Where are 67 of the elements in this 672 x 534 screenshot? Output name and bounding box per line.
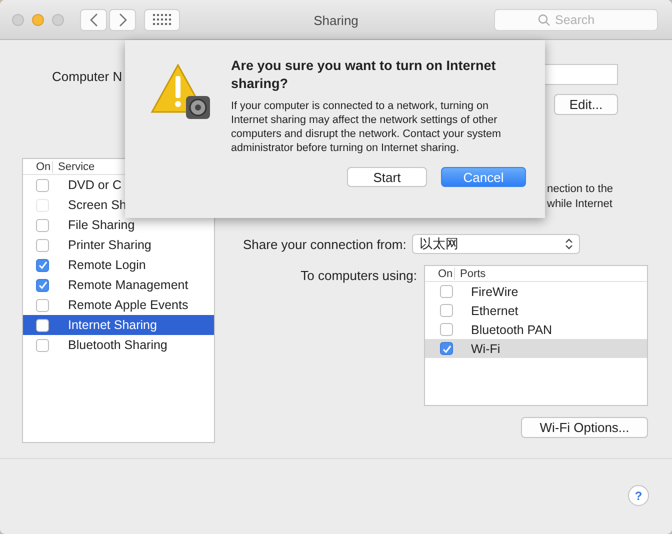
chevron-right-icon xyxy=(118,12,126,26)
port-row[interactable]: FireWire xyxy=(425,282,647,301)
checkbox[interactable] xyxy=(36,318,49,332)
port-row[interactable]: Ethernet xyxy=(425,301,647,320)
checkbox[interactable] xyxy=(440,285,453,298)
description-text: nection to the xyxy=(547,182,614,197)
checkbox[interactable] xyxy=(36,218,49,232)
updown-arrows-icon xyxy=(565,238,574,250)
service-row[interactable]: DVD or C xyxy=(23,175,214,195)
service-row[interactable]: Remote Management xyxy=(23,275,214,295)
checkbox[interactable] xyxy=(36,238,49,252)
service-name: File Sharing xyxy=(68,218,135,232)
chevron-left-icon xyxy=(90,12,98,26)
checkbox[interactable] xyxy=(440,323,453,336)
help-button[interactable]: ? xyxy=(628,485,649,506)
back-button[interactable] xyxy=(80,8,107,30)
show-all-button[interactable] xyxy=(144,8,180,30)
wifi-options-button[interactable]: Wi-Fi Options... xyxy=(521,417,648,438)
port-name: Ethernet xyxy=(471,304,518,318)
port-row[interactable]: Wi-Fi xyxy=(425,339,647,358)
port-name: Wi-Fi xyxy=(471,342,500,356)
port-name: FireWire xyxy=(471,284,518,298)
dialog-message: If your computer is connected to a network, turning on Internet sharing may affect the network settings of other computers and disrupt the network. Contact your system administrator before turning on Internet sharing. xyxy=(231,99,502,155)
service-row[interactable]: Remote Apple Events xyxy=(23,295,214,315)
close-button[interactable] xyxy=(12,14,24,26)
description-text: while Internet xyxy=(547,197,612,212)
service-name: DVD or C xyxy=(68,178,122,192)
column-header: Ports xyxy=(459,268,486,280)
column-header: Service xyxy=(57,160,95,172)
service-name: Remote Management xyxy=(68,278,188,292)
service-name: Remote Apple Events xyxy=(68,298,188,312)
service-row[interactable]: Internet Sharing xyxy=(23,315,214,335)
search-field[interactable]: Search xyxy=(494,8,658,30)
checkbox[interactable] xyxy=(36,278,49,292)
window-title: Sharing xyxy=(312,13,360,28)
column-header: On xyxy=(23,160,53,172)
computer-name-label: Computer N xyxy=(52,69,122,86)
dialog-button[interactable]: Start xyxy=(347,167,427,187)
minimize-button[interactable] xyxy=(32,14,44,26)
computer-name-field[interactable] xyxy=(544,64,618,85)
checkbox[interactable] xyxy=(36,258,49,272)
column-header: On xyxy=(425,268,455,280)
connection-dropdown[interactable]: 以太网 xyxy=(412,234,580,254)
service-row[interactable]: Remote Login xyxy=(23,255,214,275)
port-row[interactable]: Bluetooth PAN xyxy=(425,320,647,339)
share-from-label: Share your connection from: xyxy=(243,236,406,252)
edit-button[interactable]: Edit... xyxy=(554,94,618,115)
service-name: Bluetooth Sharing xyxy=(68,338,168,352)
checkbox[interactable] xyxy=(36,338,49,352)
dialog-title: Are you sure you want to turn on Internet sharing? xyxy=(231,57,497,93)
checkbox[interactable] xyxy=(440,342,453,355)
service-name: Remote Login xyxy=(68,258,146,272)
forward-button[interactable] xyxy=(109,8,136,30)
checkbox[interactable] xyxy=(36,298,49,312)
to-computers-label: To computers using: xyxy=(300,268,417,285)
service-row[interactable]: Bluetooth Sharing xyxy=(23,335,214,355)
service-row[interactable]: File Sharing xyxy=(23,215,214,235)
service-name: Printer Sharing xyxy=(68,238,152,252)
service-name: Internet Sharing xyxy=(68,318,157,332)
port-name: Bluetooth PAN xyxy=(471,322,552,336)
grid-icon xyxy=(153,14,171,26)
search-icon xyxy=(538,14,550,26)
zoom-button[interactable] xyxy=(52,14,64,26)
checkbox[interactable] xyxy=(440,304,453,317)
checkbox[interactable] xyxy=(36,178,49,192)
service-row[interactable]: Printer Sharing xyxy=(23,235,214,255)
warning-icon xyxy=(150,62,212,120)
